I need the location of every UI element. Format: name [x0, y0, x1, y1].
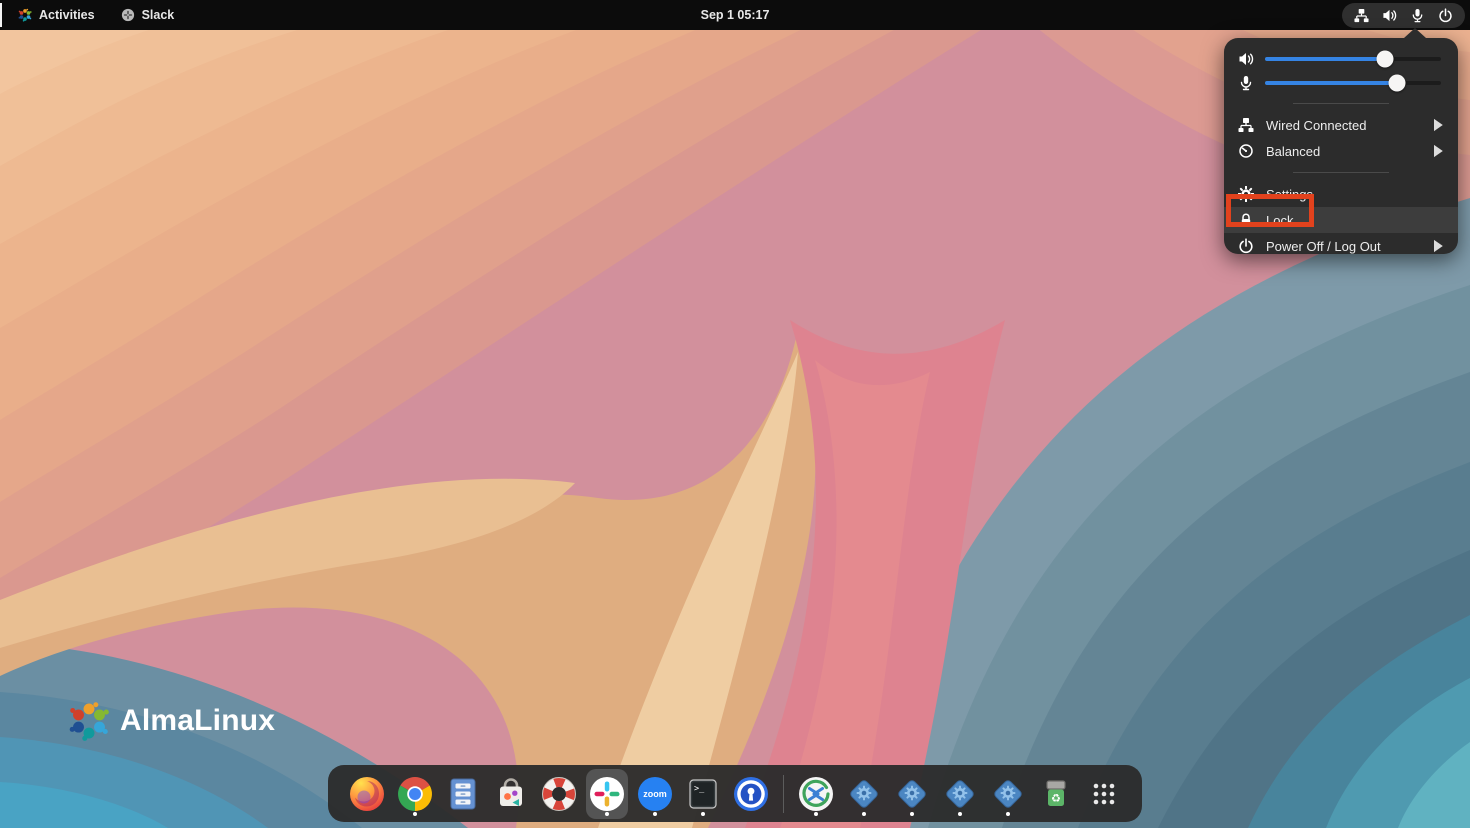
network-wired-icon	[1238, 117, 1254, 133]
running-dot	[413, 812, 417, 816]
running-dot	[605, 812, 609, 816]
brand-logo: AlmaLinux	[68, 700, 275, 742]
menu-item-label: Wired Connected	[1266, 118, 1418, 133]
menu-item-label: Power Off / Log Out	[1266, 239, 1418, 254]
dock-item-chrome[interactable]	[394, 769, 436, 819]
svg-text:>_: >_	[694, 784, 705, 794]
clock-text: Sep 1 05:17	[701, 8, 770, 22]
volume-slider-row	[1224, 47, 1458, 71]
menu-item-wired-connected[interactable]: Wired Connected	[1224, 112, 1458, 138]
screen-edge-marker	[0, 3, 2, 27]
dock-item-remote-desktop[interactable]	[795, 769, 837, 819]
activities-button[interactable]: Activities	[18, 0, 95, 30]
dock-item-files[interactable]	[442, 769, 484, 819]
menu-item-lock[interactable]: Lock	[1224, 207, 1458, 233]
menu-item-label: Lock	[1266, 213, 1446, 228]
microphone-slider-handle[interactable]	[1389, 75, 1406, 92]
running-dot	[653, 812, 657, 816]
firefox-icon	[347, 774, 387, 814]
svg-text:♻: ♻	[1051, 792, 1061, 805]
network-wired-icon	[1354, 8, 1369, 23]
menu-item-label: Settings	[1266, 187, 1446, 202]
lock-icon	[1238, 212, 1254, 228]
dock-item-firefox[interactable]	[346, 769, 388, 819]
dock-item-executable-4[interactable]	[987, 769, 1029, 819]
volume-slider[interactable]	[1265, 57, 1441, 61]
microphone-icon	[1410, 8, 1425, 23]
gear-icon	[1238, 186, 1254, 202]
menu-separator	[1293, 103, 1389, 104]
running-dot	[958, 812, 962, 816]
system-menu-button[interactable]	[1342, 3, 1465, 28]
terminal-icon: >_	[683, 774, 723, 814]
executable-app-icon	[940, 774, 980, 814]
microphone-slider-row	[1224, 71, 1458, 95]
app-grid-icon	[1084, 774, 1124, 814]
help-lifebuoy-icon	[539, 774, 579, 814]
running-dot	[862, 812, 866, 816]
remote-desktop-icon	[796, 774, 836, 814]
dock-item-zoom[interactable]: zoom	[634, 769, 676, 819]
menu-item-label: Balanced	[1266, 144, 1418, 159]
power-icon	[1238, 238, 1254, 254]
dock-item-software[interactable]	[490, 769, 532, 819]
trash-icon: ♻	[1036, 774, 1076, 814]
microphone-slider[interactable]	[1265, 81, 1441, 85]
chrome-icon	[395, 774, 435, 814]
volume-slider-handle[interactable]	[1376, 51, 1393, 68]
files-icon	[443, 774, 483, 814]
power-profile-icon	[1238, 143, 1254, 159]
running-dot	[814, 812, 818, 816]
dock-item-app-grid[interactable]	[1083, 769, 1125, 819]
system-menu-popover: Wired Connected Balanced Settings Lock P…	[1224, 38, 1458, 254]
menu-item-power-off-log-out[interactable]: Power Off / Log Out	[1224, 233, 1458, 259]
power-icon	[1438, 8, 1453, 23]
slack-icon	[587, 774, 627, 814]
running-dot	[701, 812, 705, 816]
activities-label: Activities	[39, 8, 95, 22]
software-store-icon	[491, 774, 531, 814]
chevron-right-icon	[1430, 238, 1446, 254]
microphone-icon	[1238, 75, 1254, 91]
1password-icon	[731, 774, 771, 814]
chevron-right-icon	[1430, 143, 1446, 159]
chevron-right-icon	[1430, 117, 1446, 133]
app-indicator-label: Slack	[142, 8, 175, 22]
dock-item-help[interactable]	[538, 769, 580, 819]
almalinux-mini-icon	[18, 8, 32, 22]
dock: zoom >_	[328, 765, 1142, 822]
dock-item-executable-3[interactable]	[939, 769, 981, 819]
running-dot	[910, 812, 914, 816]
dock-item-executable-2[interactable]	[891, 769, 933, 819]
dock-item-1password[interactable]	[730, 769, 772, 819]
screen: AlmaLinux Activities Slack	[0, 0, 1470, 828]
clock-button[interactable]: Sep 1 05:17	[701, 0, 770, 30]
menu-separator	[1293, 172, 1389, 173]
svg-text:zoom: zoom	[643, 789, 667, 799]
dock-item-terminal[interactable]: >_	[682, 769, 724, 819]
dock-item-executable-1[interactable]	[843, 769, 885, 819]
executable-app-icon	[844, 774, 884, 814]
dock-item-trash[interactable]: ♻	[1035, 769, 1077, 819]
almalinux-logo-icon	[68, 700, 110, 742]
executable-app-icon	[988, 774, 1028, 814]
slack-status-icon	[121, 8, 135, 22]
menu-item-settings[interactable]: Settings	[1224, 181, 1458, 207]
executable-app-icon	[892, 774, 932, 814]
app-indicator-slack[interactable]: Slack	[121, 0, 175, 30]
top-bar: Activities Slack Sep 1 05:17	[0, 0, 1470, 30]
dock-separator	[783, 775, 784, 813]
dock-item-slack[interactable]	[586, 769, 628, 819]
menu-item-balanced[interactable]: Balanced	[1224, 138, 1458, 164]
running-dot	[1006, 812, 1010, 816]
brand-logo-text: AlmaLinux	[120, 704, 275, 738]
volume-icon	[1382, 8, 1397, 23]
zoom-icon: zoom	[635, 774, 675, 814]
volume-icon	[1238, 51, 1254, 67]
popover-arrow	[1404, 28, 1426, 38]
